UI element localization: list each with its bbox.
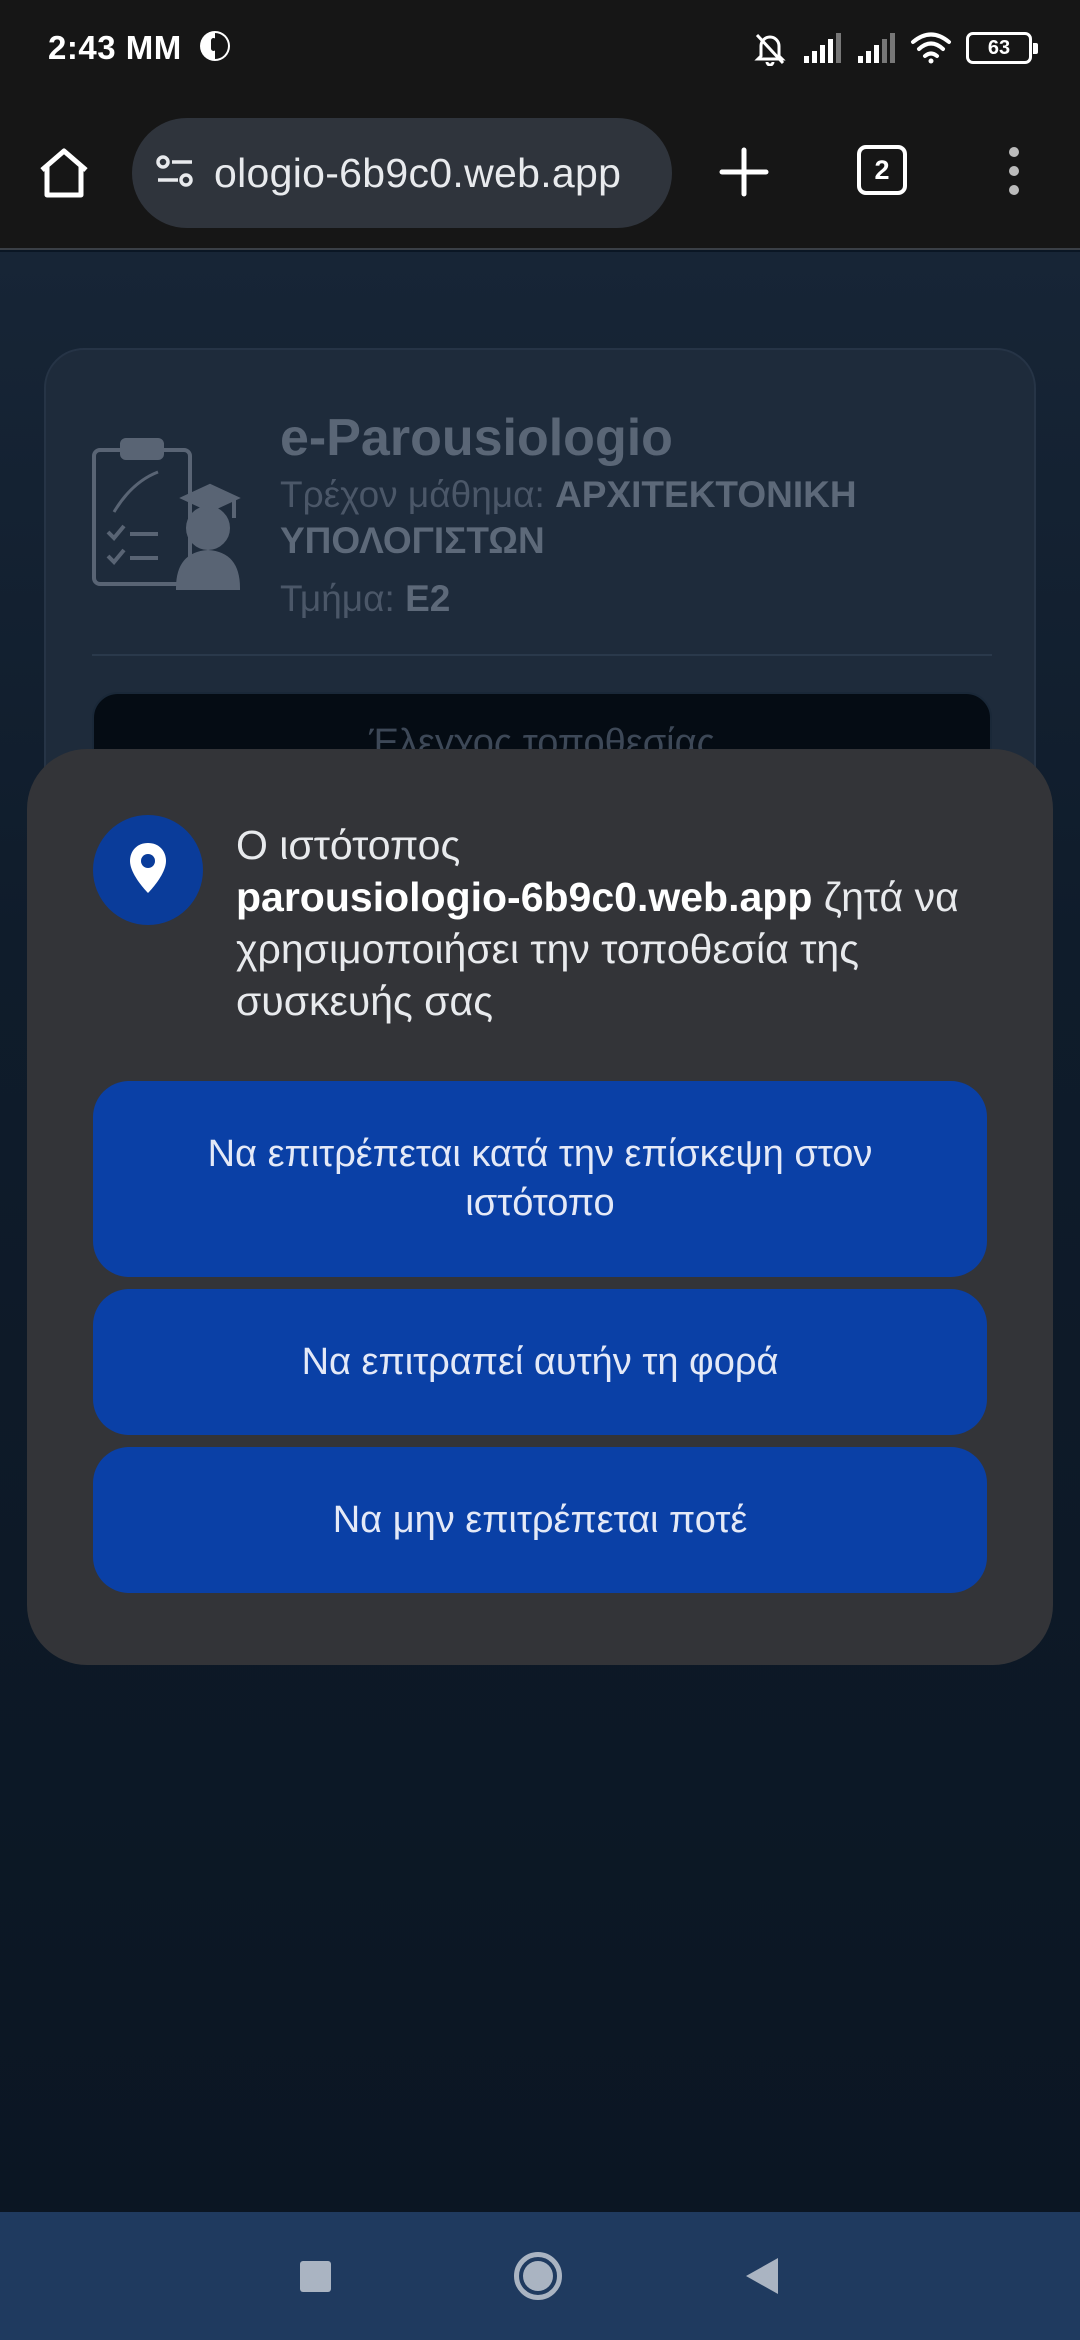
current-course: Τρέχον μάθημα: ΑΡΧΙΤΕΚΤΟΝΙΚΗ ΥΠΟΛΟΓΙΣΤΩΝ [280,472,1000,564]
allow-this-time-button[interactable]: Να επιτραπεί αυτήν τη φορά [93,1289,987,1435]
recents-icon[interactable] [300,2261,331,2292]
location-pin-icon [128,841,168,900]
more-menu-icon[interactable] [1004,144,1024,203]
section-info: Τμήμα: Ε2 [280,576,1000,622]
cell-signal-icon [802,32,842,64]
never-allow-label: Να μην επιτρέπεται ποτέ [332,1498,748,1541]
message-prefix: Ο ιστότοπος [236,822,461,868]
new-tab-icon[interactable] [718,146,770,203]
home-icon[interactable] [36,146,92,205]
app-title: e-Parousiologio [280,409,673,467]
course-label: Τρέχον μάθημα: [280,474,545,515]
card-divider [92,654,992,656]
status-icons: 63 [752,30,1038,66]
home-circle-icon[interactable] [514,2252,562,2300]
assistant-indicator-icon [198,29,232,68]
wifi-icon [910,31,952,65]
location-pin-badge [93,815,203,925]
never-allow-button[interactable]: Να μην επιτρέπεται ποτέ [93,1447,987,1593]
attendance-logo-icon [88,432,248,597]
allow-this-time-label: Να επιτραπεί αυτήν τη φορά [301,1340,779,1383]
requesting-site: parousiologio-6b9c0.web.app [236,874,813,920]
site-settings-icon[interactable] [154,153,196,194]
tab-count: 2 [874,154,890,185]
back-icon[interactable] [744,2256,780,2301]
location-permission-dialog: Ο ιστότοπος parousiologio-6b9c0.web.app … [27,749,1053,1665]
cell-signal-2-icon [856,32,896,64]
status-time: 2:43 MM [48,29,182,66]
battery-level: 63 [987,36,1011,59]
section-value: Ε2 [405,578,451,619]
permission-message: Ο ιστότοπος parousiologio-6b9c0.web.app … [236,819,996,1027]
tab-switcher-button[interactable]: 2 [857,145,907,195]
status-left: 2:43 MM [48,29,232,68]
browser-toolbar: ologio-6b9c0.web.app 2 [0,96,1080,250]
address-bar[interactable]: ologio-6b9c0.web.app [132,118,672,228]
url-text[interactable]: ologio-6b9c0.web.app [214,150,672,197]
allow-while-visiting-label: Να επιτρέπεται κατά την επίσκεψη στον ισ… [207,1133,873,1224]
muted-bell-icon [752,30,788,66]
battery-icon: 63 [966,32,1038,64]
system-nav-bar [0,2212,1080,2340]
section-label: Τμήμα: [280,578,395,619]
allow-while-visiting-button[interactable]: Να επιτρέπεται κατά την επίσκεψη στον ισ… [93,1081,987,1277]
status-bar: 2:43 MM 63 [0,0,1080,96]
